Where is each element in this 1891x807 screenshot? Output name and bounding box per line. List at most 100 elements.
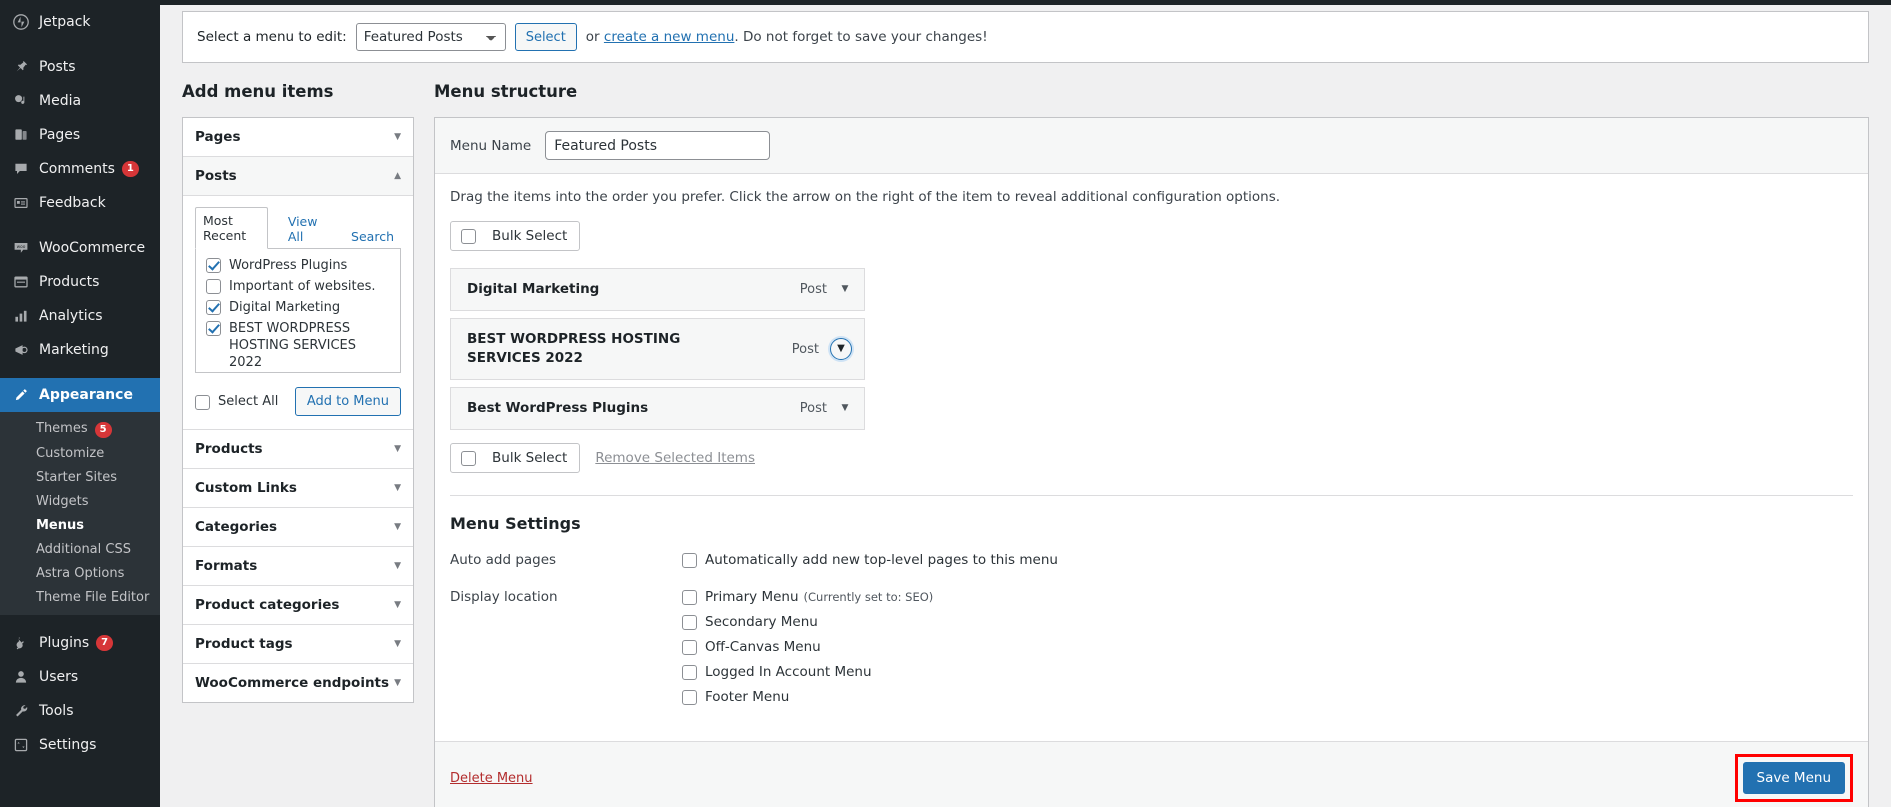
menu-item-title: BEST WORDPRESS HOSTING SERVICES 2022 — [467, 331, 681, 367]
submenu-item-themes[interactable]: Themes 5 — [0, 417, 160, 442]
tab-view-all[interactable]: View All — [281, 209, 331, 249]
sidebar-item-label: Pages — [39, 127, 81, 143]
sidebar-item-badge: 1 — [121, 161, 139, 177]
accordion-label: Products — [195, 441, 263, 458]
display-location-checkbox[interactable] — [682, 589, 697, 605]
remove-selected-items-link[interactable]: Remove Selected Items — [595, 450, 755, 466]
accordion-header-woocommerce-endpoints[interactable]: WooCommerce endpoints ▼ — [183, 664, 413, 703]
bulk-select-toggle-top[interactable]: Bulk Select — [450, 221, 581, 252]
sidebar-item-label: Posts — [39, 59, 76, 75]
select-all-control[interactable]: Select All — [195, 394, 278, 410]
appearance-brush-icon — [10, 387, 32, 403]
tab-most-recent[interactable]: Most Recent — [195, 207, 268, 250]
display-location-checkbox[interactable] — [682, 664, 697, 680]
menu-item-expand-chevron-down-icon[interactable]: ▼ — [830, 338, 852, 361]
sidebar-item-label: Users — [39, 669, 79, 685]
accordion-header-custom-links[interactable]: Custom Links ▼ — [183, 469, 413, 509]
display-location-checkbox[interactable] — [682, 689, 697, 705]
sidebar-item-appearance[interactable]: Appearance — [0, 378, 160, 412]
submenu-item-widgets[interactable]: Widgets — [0, 490, 160, 514]
bulk-select-checkbox-bottom[interactable] — [461, 451, 476, 467]
menu-item-row[interactable]: BEST WORDPRESS HOSTING SERVICES 2022 Post… — [450, 318, 865, 381]
sidebar-item-products[interactable]: Products — [0, 265, 160, 299]
menu-structure-body: Drag the items into the order you prefer… — [435, 174, 1868, 741]
sidebar-item-woocommerce[interactable]: woo WooCommerce — [0, 231, 160, 265]
accordion-header-product-tags[interactable]: Product tags ▼ — [183, 625, 413, 665]
posts-checklist-item[interactable]: BEST WORDPRESS HOSTING SERVICES 2022 — [206, 320, 390, 371]
accordion-label: Categories — [195, 519, 278, 536]
posts-checklist-item[interactable]: WordPress Plugins — [206, 257, 390, 274]
accordion-header-posts[interactable]: Posts ▲ — [183, 157, 413, 197]
sidebar-item-analytics[interactable]: Analytics — [0, 299, 160, 333]
submenu-item-customize[interactable]: Customize — [0, 442, 160, 466]
create-new-menu-link[interactable]: create a new menu — [604, 29, 734, 45]
sidebar-item-posts[interactable]: Posts — [0, 50, 160, 84]
tab-search[interactable]: Search — [344, 224, 401, 249]
accordion-header-product-categories[interactable]: Product categories ▼ — [183, 586, 413, 626]
sidebar-item-jetpack[interactable]: Jetpack — [0, 5, 160, 39]
display-location-option[interactable]: Off-Canvas Menu — [682, 638, 1853, 656]
posts-checklist-checkbox[interactable] — [206, 321, 221, 337]
wrench-icon — [10, 703, 32, 719]
sidebar-item-pages[interactable]: Pages — [0, 118, 160, 152]
add-to-menu-button[interactable]: Add to Menu — [294, 387, 401, 417]
submenu-item-astra-options[interactable]: Astra Options — [0, 562, 160, 586]
delete-menu-link[interactable]: Delete Menu — [450, 771, 533, 786]
save-menu-button[interactable]: Save Menu — [1742, 762, 1845, 795]
display-location-options: Primary Menu (Currently set to: SEO) Secon… — [682, 588, 1853, 713]
display-location-option-label: Secondary Menu — [705, 614, 818, 631]
accordion-header-products[interactable]: Products ▼ — [183, 430, 413, 470]
menus-columns: Add menu items Pages ▼ Posts ▲ Most Recent Vi… — [182, 81, 1869, 807]
auto-add-pages-checkbox[interactable] — [682, 552, 697, 568]
display-location-option[interactable]: Primary Menu (Currently set to: SEO) — [682, 588, 1853, 606]
menu-name-input[interactable] — [545, 131, 771, 161]
menu-select-dropdown[interactable]: Featured Posts — [355, 23, 506, 51]
display-location-checkbox[interactable] — [682, 614, 697, 630]
sidebar-item-settings[interactable]: Settings — [0, 728, 160, 762]
submenu-item-additional-css[interactable]: Additional CSS — [0, 538, 160, 562]
posts-checklist-checkbox[interactable] — [206, 279, 221, 295]
bulk-select-checkbox-top[interactable] — [461, 229, 476, 245]
accordion-header-pages[interactable]: Pages ▼ — [183, 118, 413, 158]
select-button[interactable]: Select — [514, 23, 577, 51]
jetpack-icon — [13, 14, 29, 30]
display-location-option[interactable]: Footer Menu — [682, 688, 1853, 706]
submenu-item-menus[interactable]: Menus — [0, 514, 160, 538]
sidebar-separator — [0, 615, 160, 626]
submenu-item-theme-file-editor[interactable]: Theme File Editor — [0, 586, 160, 610]
posts-checklist-item[interactable]: Digital Marketing — [206, 299, 390, 316]
chevron-down-icon: ▼ — [394, 521, 401, 532]
sidebar-item-feedback[interactable]: Feedback — [0, 186, 160, 220]
menu-item-row[interactable]: Best WordPress Plugins Post ▼ — [450, 387, 865, 431]
select-all-checkbox[interactable] — [195, 394, 210, 410]
accordion-header-categories[interactable]: Categories ▼ — [183, 508, 413, 548]
submenu-item-starter-sites[interactable]: Starter Sites — [0, 466, 160, 490]
display-location-option[interactable]: Logged In Account Menu — [682, 663, 1853, 681]
posts-checklist-item[interactable]: Important of websites. — [206, 278, 390, 295]
menu-items-list: Digital Marketing Post ▼ BEST WORDPRESS HOS… — [450, 268, 1853, 431]
user-icon — [15, 671, 27, 683]
auto-add-pages-option[interactable]: Automatically add new top-level pages to… — [682, 551, 1853, 569]
posts-checklist[interactable]: WordPress Plugins Important of websites. D… — [195, 249, 401, 374]
woocommerce-icon: woo — [10, 240, 32, 256]
accordion-header-formats[interactable]: Formats ▼ — [183, 547, 413, 587]
posts-checklist-checkbox[interactable] — [206, 258, 221, 274]
menu-item-expand-chevron-down-icon[interactable]: ▼ — [838, 404, 852, 413]
sidebar-item-marketing[interactable]: Marketing — [0, 333, 160, 367]
auto-add-pages-row: Auto add pages Automatically add new top… — [450, 551, 1853, 576]
sidebar-item-plugins[interactable]: Plugins 7 — [0, 626, 160, 660]
sidebar-item-users[interactable]: Users — [0, 660, 160, 694]
display-location-option[interactable]: Secondary Menu — [682, 613, 1853, 631]
submenu-item-label: Starter Sites — [36, 470, 117, 485]
display-location-checkbox[interactable] — [682, 639, 697, 655]
sidebar-item-tools[interactable]: Tools — [0, 694, 160, 728]
sidebar-item-comments[interactable]: Comments 1 — [0, 152, 160, 186]
bulk-select-toggle-bottom[interactable]: Bulk Select — [450, 443, 581, 474]
sidebar-item-media[interactable]: Media — [0, 84, 160, 118]
bulk-select-label-bottom: Bulk Select — [492, 450, 568, 467]
posts-checklist-checkbox[interactable] — [206, 300, 221, 316]
create-menu-note: or create a new menu. Do not forget to s… — [586, 29, 988, 45]
posts-checklist-label: Digital Marketing — [229, 300, 341, 316]
menu-item-expand-chevron-down-icon[interactable]: ▼ — [838, 285, 852, 294]
menu-item-row[interactable]: Digital Marketing Post ▼ — [450, 268, 865, 312]
